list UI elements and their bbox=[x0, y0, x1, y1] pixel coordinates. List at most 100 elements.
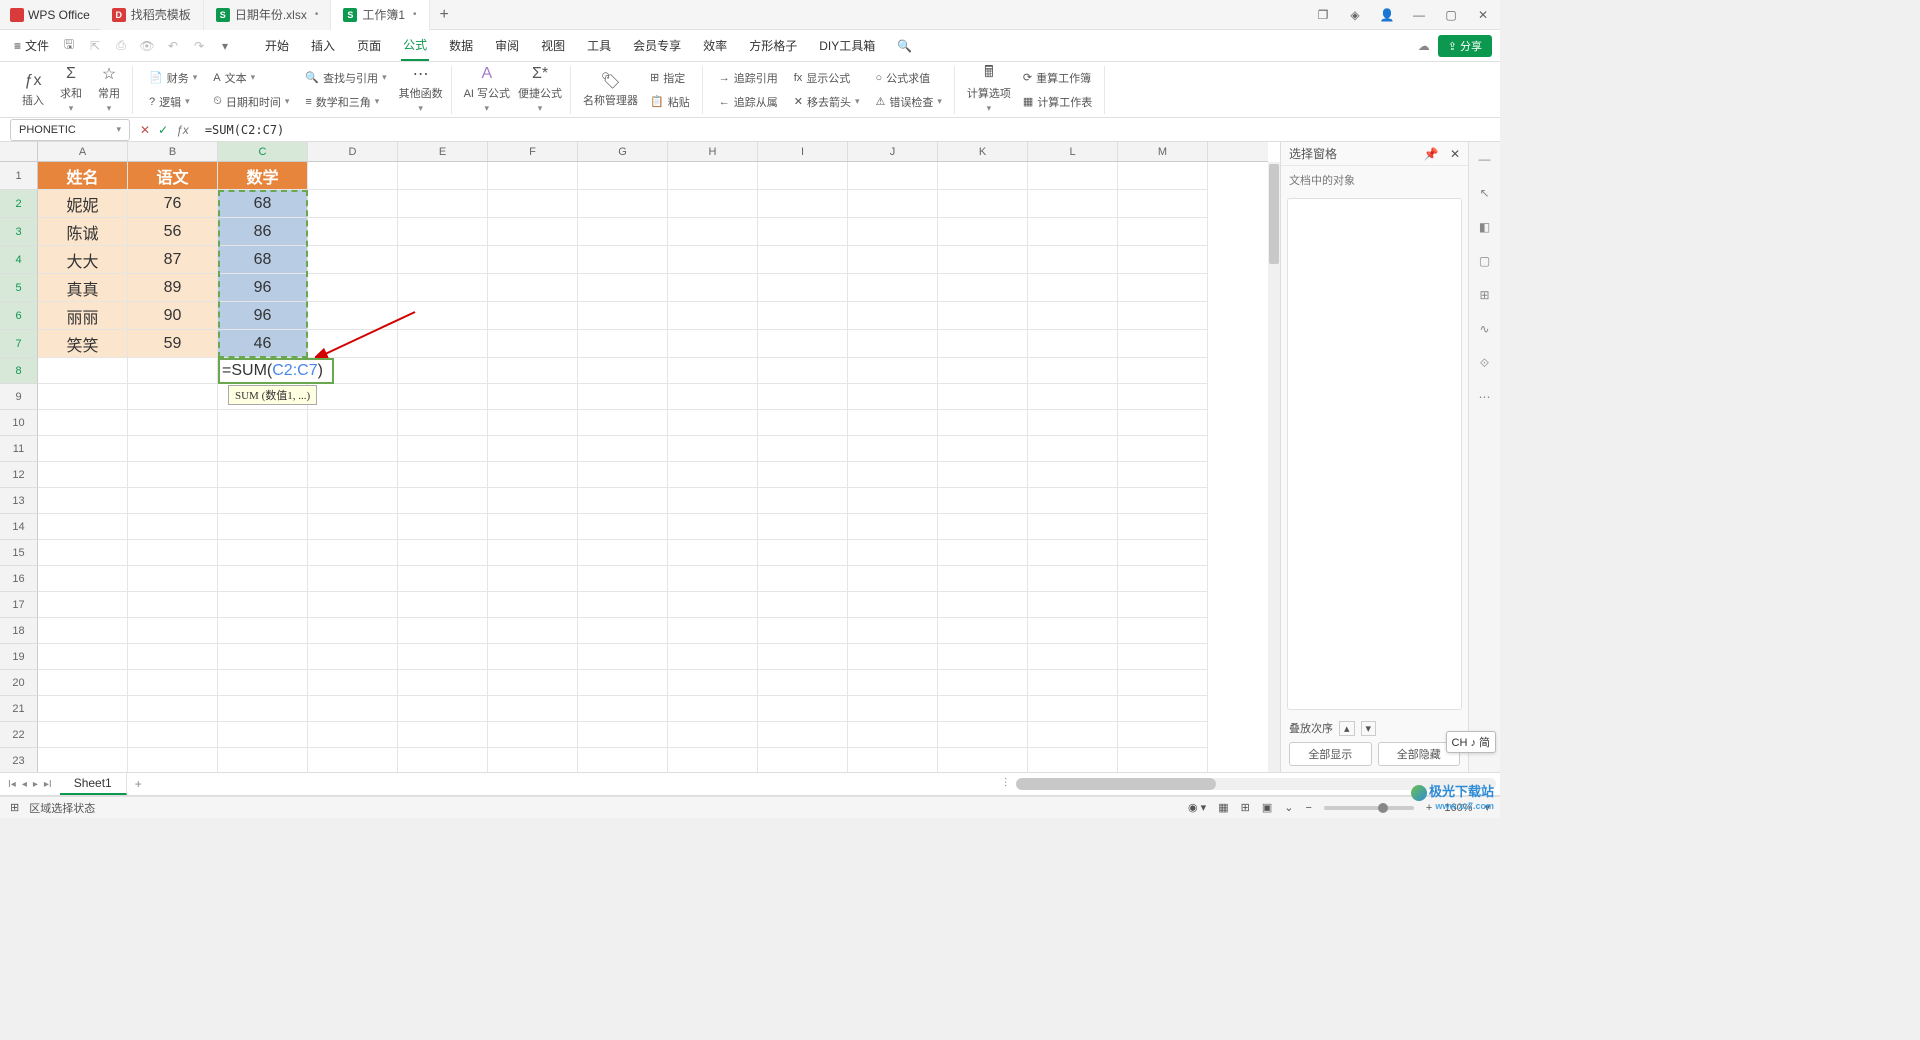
tab-start[interactable]: 开始 bbox=[263, 31, 291, 60]
cell[interactable] bbox=[488, 330, 578, 358]
cell[interactable] bbox=[218, 514, 308, 540]
cell[interactable] bbox=[578, 218, 668, 246]
cell[interactable] bbox=[398, 436, 488, 462]
cell[interactable] bbox=[938, 218, 1028, 246]
row-header[interactable]: 14 bbox=[0, 514, 38, 540]
cell[interactable]: 56 bbox=[128, 218, 218, 246]
cell[interactable] bbox=[1118, 358, 1208, 384]
name-manager-button[interactable]: 🏷名称管理器 bbox=[583, 72, 638, 108]
cell[interactable] bbox=[758, 162, 848, 190]
cell[interactable] bbox=[758, 566, 848, 592]
quick-dropdown-icon[interactable]: ▾ bbox=[217, 38, 233, 54]
cell[interactable] bbox=[1118, 618, 1208, 644]
share-button[interactable]: ⇪ 分享 bbox=[1438, 35, 1492, 57]
cell[interactable] bbox=[488, 488, 578, 514]
cell[interactable] bbox=[1118, 410, 1208, 436]
ime-indicator[interactable]: CH ♪ 简 bbox=[1446, 731, 1497, 753]
cell[interactable] bbox=[218, 540, 308, 566]
cell[interactable] bbox=[848, 514, 938, 540]
pin-icon[interactable]: 📌 bbox=[1424, 147, 1439, 161]
cell[interactable] bbox=[398, 246, 488, 274]
cell[interactable] bbox=[308, 748, 398, 772]
cell[interactable] bbox=[848, 488, 938, 514]
row-header[interactable]: 18 bbox=[0, 618, 38, 644]
cell[interactable] bbox=[38, 670, 128, 696]
hscroll-split-icon[interactable]: ⫶ bbox=[1004, 776, 1007, 791]
cell[interactable] bbox=[128, 462, 218, 488]
cell[interactable] bbox=[668, 618, 758, 644]
row-header[interactable]: 23 bbox=[0, 748, 38, 772]
tab-tools[interactable]: 工具 bbox=[585, 31, 613, 60]
cell[interactable] bbox=[1028, 462, 1118, 488]
cell[interactable] bbox=[488, 274, 578, 302]
cell[interactable] bbox=[578, 246, 668, 274]
cell[interactable] bbox=[668, 330, 758, 358]
cell[interactable] bbox=[128, 514, 218, 540]
cell[interactable] bbox=[128, 618, 218, 644]
zoom-slider[interactable] bbox=[1324, 806, 1414, 810]
cell[interactable] bbox=[488, 384, 578, 410]
cell[interactable] bbox=[1118, 748, 1208, 772]
cell[interactable] bbox=[1118, 246, 1208, 274]
last-sheet-icon[interactable]: ▸I bbox=[44, 779, 52, 790]
tab-efficiency[interactable]: 效率 bbox=[701, 31, 729, 60]
search-icon[interactable]: 🔍 bbox=[895, 33, 914, 59]
tab-add-button[interactable]: + bbox=[430, 6, 459, 24]
assign-button[interactable]: ⊞ 指定 bbox=[646, 68, 694, 88]
cell[interactable] bbox=[398, 302, 488, 330]
chevron-down-icon[interactable]: ▾ bbox=[116, 124, 121, 135]
cell[interactable] bbox=[308, 384, 398, 410]
cell[interactable] bbox=[668, 592, 758, 618]
redo-icon[interactable]: ↷ bbox=[191, 38, 207, 54]
col-header-H[interactable]: H bbox=[668, 142, 758, 161]
cell[interactable] bbox=[938, 514, 1028, 540]
cell[interactable] bbox=[1028, 358, 1118, 384]
cell[interactable] bbox=[218, 592, 308, 618]
col-header-A[interactable]: A bbox=[38, 142, 128, 161]
cell[interactable] bbox=[938, 330, 1028, 358]
cell[interactable] bbox=[938, 670, 1028, 696]
spreadsheet[interactable]: A B C D E F G H I J K L M 1姓名语文数学2妮妮7668… bbox=[0, 142, 1280, 772]
tab-file-1[interactable]: S 日期年份.xlsx • bbox=[204, 0, 332, 30]
cell[interactable] bbox=[938, 462, 1028, 488]
file-menu[interactable]: ≡ 文件 bbox=[8, 37, 55, 54]
minimize-icon[interactable]: — bbox=[1410, 6, 1428, 24]
confirm-icon[interactable]: ✓ bbox=[158, 123, 168, 137]
cell[interactable] bbox=[848, 302, 938, 330]
more-icon[interactable]: ⋯ bbox=[1476, 388, 1494, 406]
cell[interactable] bbox=[128, 722, 218, 748]
cell[interactable] bbox=[398, 592, 488, 618]
cell[interactable] bbox=[488, 696, 578, 722]
cell[interactable] bbox=[1118, 162, 1208, 190]
cell[interactable] bbox=[1028, 190, 1118, 218]
cell[interactable] bbox=[308, 436, 398, 462]
cell[interactable] bbox=[938, 302, 1028, 330]
cell[interactable] bbox=[758, 330, 848, 358]
col-header-D[interactable]: D bbox=[308, 142, 398, 161]
row-header[interactable]: 15 bbox=[0, 540, 38, 566]
cell[interactable] bbox=[758, 190, 848, 218]
cell[interactable] bbox=[308, 514, 398, 540]
cell[interactable] bbox=[488, 436, 578, 462]
show-all-button[interactable]: 全部显示 bbox=[1289, 742, 1372, 766]
cell[interactable] bbox=[578, 274, 668, 302]
cell[interactable] bbox=[1028, 618, 1118, 644]
cell[interactable] bbox=[938, 540, 1028, 566]
cell[interactable] bbox=[668, 644, 758, 670]
cell[interactable] bbox=[938, 592, 1028, 618]
cell[interactable] bbox=[398, 162, 488, 190]
properties-icon[interactable]: ⊞ bbox=[1476, 286, 1494, 304]
collapse-icon[interactable]: — bbox=[1476, 150, 1494, 168]
cell[interactable] bbox=[1118, 670, 1208, 696]
cell[interactable] bbox=[668, 246, 758, 274]
cell[interactable] bbox=[398, 218, 488, 246]
cell[interactable] bbox=[758, 696, 848, 722]
cell[interactable] bbox=[488, 618, 578, 644]
cell[interactable] bbox=[938, 358, 1028, 384]
window-duplicate-icon[interactable]: ❐ bbox=[1314, 6, 1332, 24]
cell[interactable]: 68 bbox=[218, 246, 308, 274]
cell[interactable] bbox=[38, 540, 128, 566]
cell[interactable] bbox=[758, 218, 848, 246]
cell[interactable] bbox=[218, 696, 308, 722]
finance-button[interactable]: 📄 财务 bbox=[145, 68, 201, 88]
